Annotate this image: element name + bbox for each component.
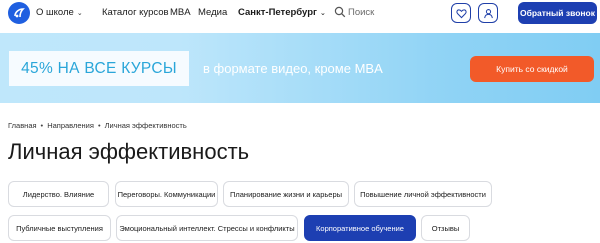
chip-personal-efficiency[interactable]: Повышение личной эффективности	[354, 181, 492, 207]
promo-banner[interactable]: 45% НА ВСЕ КУРСЫ в формате видео, кроме …	[0, 33, 600, 103]
breadcrumb-item-home[interactable]: Главная	[8, 121, 37, 130]
chip-reviews[interactable]: Отзывы	[421, 215, 470, 241]
chevron-down-icon: ⌄	[319, 10, 326, 17]
callback-button[interactable]: Обратный звонок	[518, 2, 597, 24]
chip-leadership[interactable]: Лидерство. Влияние	[8, 181, 109, 207]
chip-life-planning[interactable]: Планирование жизни и карьеры	[223, 181, 349, 207]
logo[interactable]	[8, 2, 30, 24]
promo-text: 45% НА ВСЕ КУРСЫ	[21, 59, 177, 77]
user-icon	[483, 8, 493, 18]
nav-mba[interactable]: MBA	[170, 7, 191, 18]
search-icon[interactable]	[334, 6, 346, 18]
city-label: Санкт-Петербург	[238, 7, 317, 18]
city-selector[interactable]: Санкт-Петербург ⌄	[238, 7, 326, 18]
logo-icon	[14, 8, 25, 18]
nav-catalog-label: Каталог курсов	[102, 7, 169, 18]
breadcrumb-separator: •	[40, 121, 44, 130]
favorites-button[interactable]	[451, 3, 471, 23]
breadcrumb-item-directions[interactable]: Направления	[47, 121, 94, 130]
nav-media-label: Медиа	[198, 7, 228, 18]
chip-negotiations[interactable]: Переговоры. Коммуникации	[115, 181, 218, 207]
heart-icon	[455, 8, 467, 18]
chip-corporate-training[interactable]: Корпоративное обучение	[304, 215, 416, 241]
nav-about-label: О школе	[36, 7, 74, 18]
search-input[interactable]	[348, 4, 428, 20]
buy-with-discount-button[interactable]: Купить со скидкой	[470, 56, 594, 82]
nav-mba-label: MBA	[170, 7, 191, 18]
chevron-down-icon: ⌄	[76, 10, 83, 17]
chip-emotional-intelligence[interactable]: Эмоциональный интеллект. Стрессы и конфл…	[116, 215, 298, 241]
breadcrumb: Главная • Направления • Личная эффективность	[8, 121, 187, 130]
nav-media[interactable]: Медиа	[198, 7, 227, 18]
site-header: О школе ⌄ Каталог курсов MBA Медиа Санкт-…	[0, 0, 600, 27]
chip-public-speaking[interactable]: Публичные выступления	[8, 215, 111, 241]
promo-box: 45% НА ВСЕ КУРСЫ	[9, 51, 189, 86]
breadcrumb-separator: •	[97, 121, 101, 130]
banner-subtitle: в формате видео, кроме MBA	[203, 61, 383, 76]
profile-button[interactable]	[478, 3, 498, 23]
breadcrumb-item-current: Личная эффективность	[104, 121, 187, 130]
page-title: Личная эффективность	[8, 139, 250, 164]
nav-catalog[interactable]: Каталог курсов	[102, 7, 169, 18]
nav-about[interactable]: О школе ⌄	[36, 7, 83, 18]
